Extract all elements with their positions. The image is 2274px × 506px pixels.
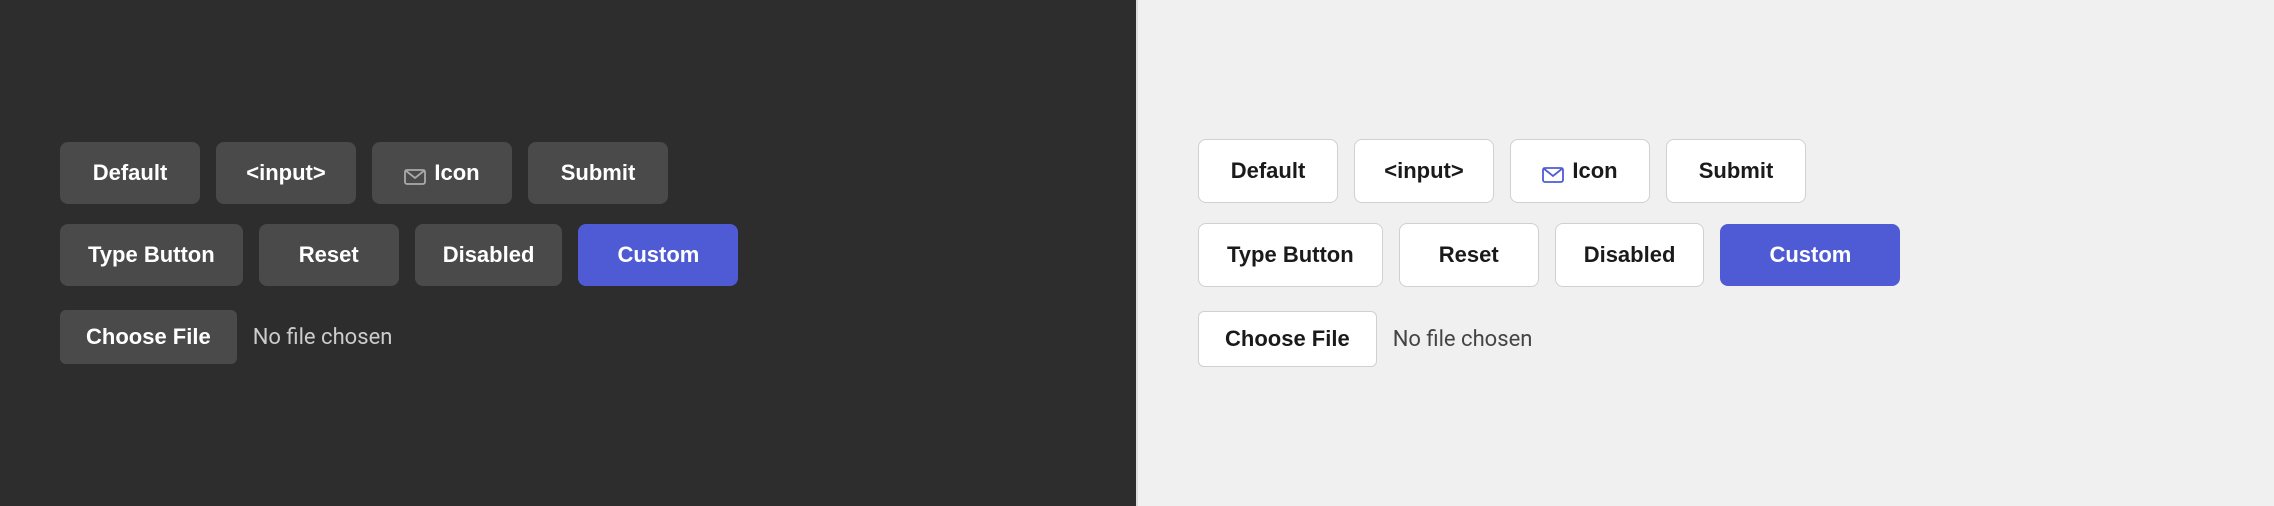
light-panel: Default <input> Icon Submit Type Button … [1138,0,2274,506]
light-row-2: Type Button Reset Disabled Custom [1198,223,1900,287]
mail-icon-light [1542,163,1564,179]
dark-icon-button[interactable]: Icon [372,142,512,204]
dark-reset-button[interactable]: Reset [259,224,399,286]
dark-file-status: No file chosen [253,325,393,350]
dark-disabled-button[interactable]: Disabled [415,224,563,286]
light-row-1: Default <input> Icon Submit [1198,139,1806,203]
light-input-button[interactable]: <input> [1354,139,1494,203]
light-icon-button-label: Icon [1572,158,1617,184]
dark-custom-button[interactable]: Custom [578,224,738,286]
light-custom-button[interactable]: Custom [1720,224,1900,286]
divider [1136,0,1138,506]
dark-type-button[interactable]: Type Button [60,224,243,286]
light-default-button[interactable]: Default [1198,139,1338,203]
dark-row-2: Type Button Reset Disabled Custom [60,224,738,286]
light-file-row: Choose File No file chosen [1198,311,1532,367]
light-choose-file-button[interactable]: Choose File [1198,311,1377,367]
light-file-status: No file chosen [1393,327,1533,352]
dark-input-button[interactable]: <input> [216,142,356,204]
dark-panel: Default <input> Icon Submit Type Button … [0,0,1136,506]
dark-submit-button[interactable]: Submit [528,142,668,204]
light-disabled-button[interactable]: Disabled [1555,223,1705,287]
dark-icon-button-label: Icon [434,160,479,186]
dark-default-button[interactable]: Default [60,142,200,204]
dark-file-row: Choose File No file chosen [60,310,392,364]
light-submit-button[interactable]: Submit [1666,139,1806,203]
dark-row-1: Default <input> Icon Submit [60,142,668,204]
dark-choose-file-button[interactable]: Choose File [60,310,237,364]
mail-icon [404,165,426,181]
light-icon-button[interactable]: Icon [1510,139,1650,203]
light-type-button[interactable]: Type Button [1198,223,1383,287]
light-reset-button[interactable]: Reset [1399,223,1539,287]
